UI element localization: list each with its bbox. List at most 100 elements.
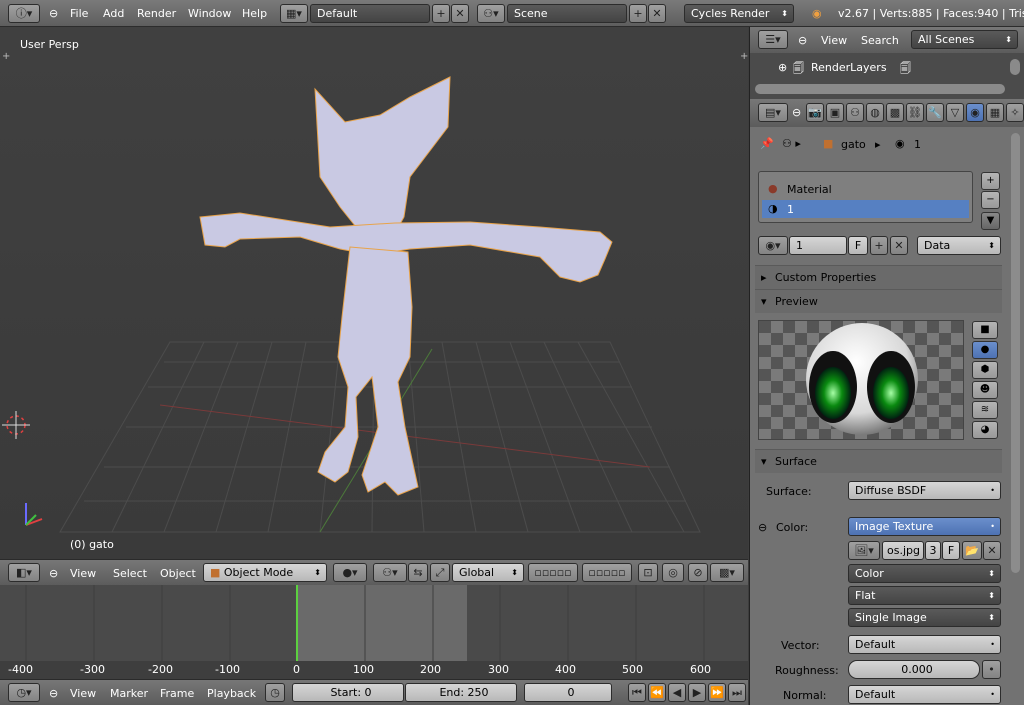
outliner-item-renderlayers[interactable]: RenderLayers: [811, 61, 887, 74]
preview-cube-icon[interactable]: ⬢: [972, 361, 998, 379]
toolshelf-plus-icon[interactable]: +: [2, 51, 10, 62]
layout-field[interactable]: Default: [310, 4, 430, 23]
play-icon[interactable]: ▶: [688, 683, 706, 702]
info-editor-type-button[interactable]: ⓘ▾: [8, 4, 40, 23]
outliner-scrollbar[interactable]: [755, 84, 1005, 94]
start-frame-field[interactable]: Start: 0: [292, 683, 404, 702]
menu-playback[interactable]: Playback: [207, 687, 256, 700]
preview-sphere-icon[interactable]: ●: [972, 341, 998, 359]
tab-data-icon[interactable]: ▽: [946, 103, 964, 122]
menu-view[interactable]: View: [821, 34, 847, 47]
add-slot-icon[interactable]: +: [981, 172, 1000, 190]
preview-sky-icon[interactable]: ◕: [972, 421, 998, 439]
transform-orientation-select[interactable]: Global ⬍: [452, 563, 524, 582]
open-image-icon[interactable]: 📂: [962, 541, 982, 560]
unlink-material-icon[interactable]: ✕: [890, 236, 908, 255]
collapse-outliner-icon[interactable]: ⊖: [798, 34, 807, 47]
add-scene-icon[interactable]: +: [629, 4, 647, 23]
render-engine-select[interactable]: Cycles Render ⬍: [684, 4, 794, 23]
layers-grid-b[interactable]: ▫▫▫▫▫: [582, 563, 632, 582]
manipulator-translate-icon[interactable]: ⤢: [430, 563, 450, 582]
menu-object[interactable]: Object: [160, 567, 196, 580]
editor-type-cube-icon[interactable]: ◧▾: [8, 563, 40, 582]
menu-file[interactable]: File: [70, 7, 88, 20]
menu-view[interactable]: View: [70, 567, 96, 580]
pivot-point-icon[interactable]: ⚇▾: [373, 563, 407, 582]
remove-scene-icon[interactable]: ✕: [648, 4, 666, 23]
browse-material-icon[interactable]: ◉▾: [758, 236, 788, 255]
outliner-editor-icon[interactable]: ☰▾: [758, 30, 788, 49]
add-material-icon[interactable]: +: [870, 236, 888, 255]
add-layout-icon[interactable]: +: [432, 4, 450, 23]
menu-window[interactable]: Window: [188, 7, 231, 20]
menu-help[interactable]: Help: [242, 7, 267, 20]
normal-input-select[interactable]: Default •: [848, 685, 1001, 704]
tab-renderlayers-icon[interactable]: ▣: [826, 103, 844, 122]
panel-custom-properties[interactable]: ▸ Custom Properties: [755, 265, 1002, 289]
menu-marker[interactable]: Marker: [110, 687, 148, 700]
preview-range-icon[interactable]: ◷: [265, 683, 285, 702]
current-frame-field[interactable]: 0: [524, 683, 612, 702]
outliner-vscrollbar[interactable]: [1010, 59, 1020, 75]
preview-monkey-icon[interactable]: ☻: [972, 381, 998, 399]
list-item[interactable]: ● Material: [762, 180, 969, 198]
menu-view[interactable]: View: [70, 687, 96, 700]
timeline[interactable]: -400 -300 -200 -100 0 100 200 300 400 50…: [0, 585, 748, 679]
color-input-select[interactable]: Image Texture •: [848, 517, 1001, 536]
collapse-header-icon[interactable]: ⊖: [49, 567, 58, 580]
remove-layout-icon[interactable]: ✕: [451, 4, 469, 23]
tab-modifiers-icon[interactable]: 🔧: [926, 103, 944, 122]
surface-shader-select[interactable]: Diffuse BSDF •: [848, 481, 1001, 500]
tab-world-icon[interactable]: ◍: [866, 103, 884, 122]
lock-layers-icon[interactable]: ⊡: [638, 563, 658, 582]
screen-layout-icon[interactable]: ▦▾: [280, 4, 308, 23]
next-keyframe-icon[interactable]: ⏩: [708, 683, 726, 702]
roughness-link-icon[interactable]: •: [982, 660, 1001, 679]
snap-target-icon[interactable]: ▩▾: [710, 563, 744, 582]
color-space-select[interactable]: Color ⬍: [848, 564, 1001, 583]
unlink-image-icon[interactable]: ✕: [983, 541, 1001, 560]
manipulator-icon[interactable]: ⇆: [408, 563, 428, 582]
tab-material-icon[interactable]: ◉: [966, 103, 984, 122]
menu-frame[interactable]: Frame: [160, 687, 194, 700]
preview-flat-icon[interactable]: ■: [972, 321, 998, 339]
jump-start-icon[interactable]: ⏮: [628, 683, 646, 702]
outliner-filter-select[interactable]: All Scenes ⬍: [911, 30, 1018, 49]
menu-search[interactable]: Search: [861, 34, 899, 47]
tab-texture-icon[interactable]: ▦: [986, 103, 1004, 122]
vector-input-select[interactable]: Default •: [848, 635, 1001, 654]
link-select[interactable]: Data ⬍: [917, 236, 1001, 255]
remove-slot-icon[interactable]: −: [981, 191, 1000, 209]
panel-surface[interactable]: ▾ Surface: [755, 449, 1002, 473]
properties-editor-icon[interactable]: ▤▾: [758, 103, 788, 122]
snap-icon[interactable]: ⊘: [688, 563, 708, 582]
tab-render-icon[interactable]: 📷: [806, 103, 824, 122]
cat-model[interactable]: [199, 76, 613, 496]
collapse-properties-icon[interactable]: ⊖: [792, 106, 801, 119]
scene-icon[interactable]: ⚇▾: [477, 4, 505, 23]
menu-select[interactable]: Select: [113, 567, 147, 580]
preview-hair-icon[interactable]: ≋: [972, 401, 998, 419]
scene-field[interactable]: Scene: [507, 4, 627, 23]
collapse-menu-icon[interactable]: ⊖: [49, 7, 58, 20]
timeline-editor-icon[interactable]: ◷▾: [8, 683, 40, 702]
tab-scene-icon[interactable]: ⚇: [846, 103, 864, 122]
color-collapse-icon[interactable]: ⊖: [758, 521, 767, 534]
end-frame-field[interactable]: End: 250: [405, 683, 517, 702]
pin-icon[interactable]: 📌: [760, 137, 774, 150]
image-name-field[interactable]: os.jpg: [882, 541, 924, 560]
image-fake-user-button[interactable]: F: [942, 541, 960, 560]
properties-scrollbar[interactable]: [1011, 133, 1020, 573]
jump-end-icon[interactable]: ⏭: [728, 683, 746, 702]
3d-cursor-icon[interactable]: [2, 411, 30, 439]
roughness-slider[interactable]: 0.000: [848, 660, 980, 679]
fake-user-button[interactable]: F: [848, 236, 868, 255]
properties-shelf-plus-icon[interactable]: +: [740, 51, 748, 62]
opengl-render-icon[interactable]: ◎: [662, 563, 684, 582]
material-name-field[interactable]: 1: [789, 236, 847, 255]
collapse-timeline-icon[interactable]: ⊖: [49, 687, 58, 700]
list-item[interactable]: ◑ 1: [762, 200, 969, 218]
browse-image-icon[interactable]: 🖼▾: [848, 541, 880, 560]
menu-add[interactable]: Add: [103, 7, 124, 20]
panel-preview[interactable]: ▾ Preview: [755, 289, 1002, 313]
